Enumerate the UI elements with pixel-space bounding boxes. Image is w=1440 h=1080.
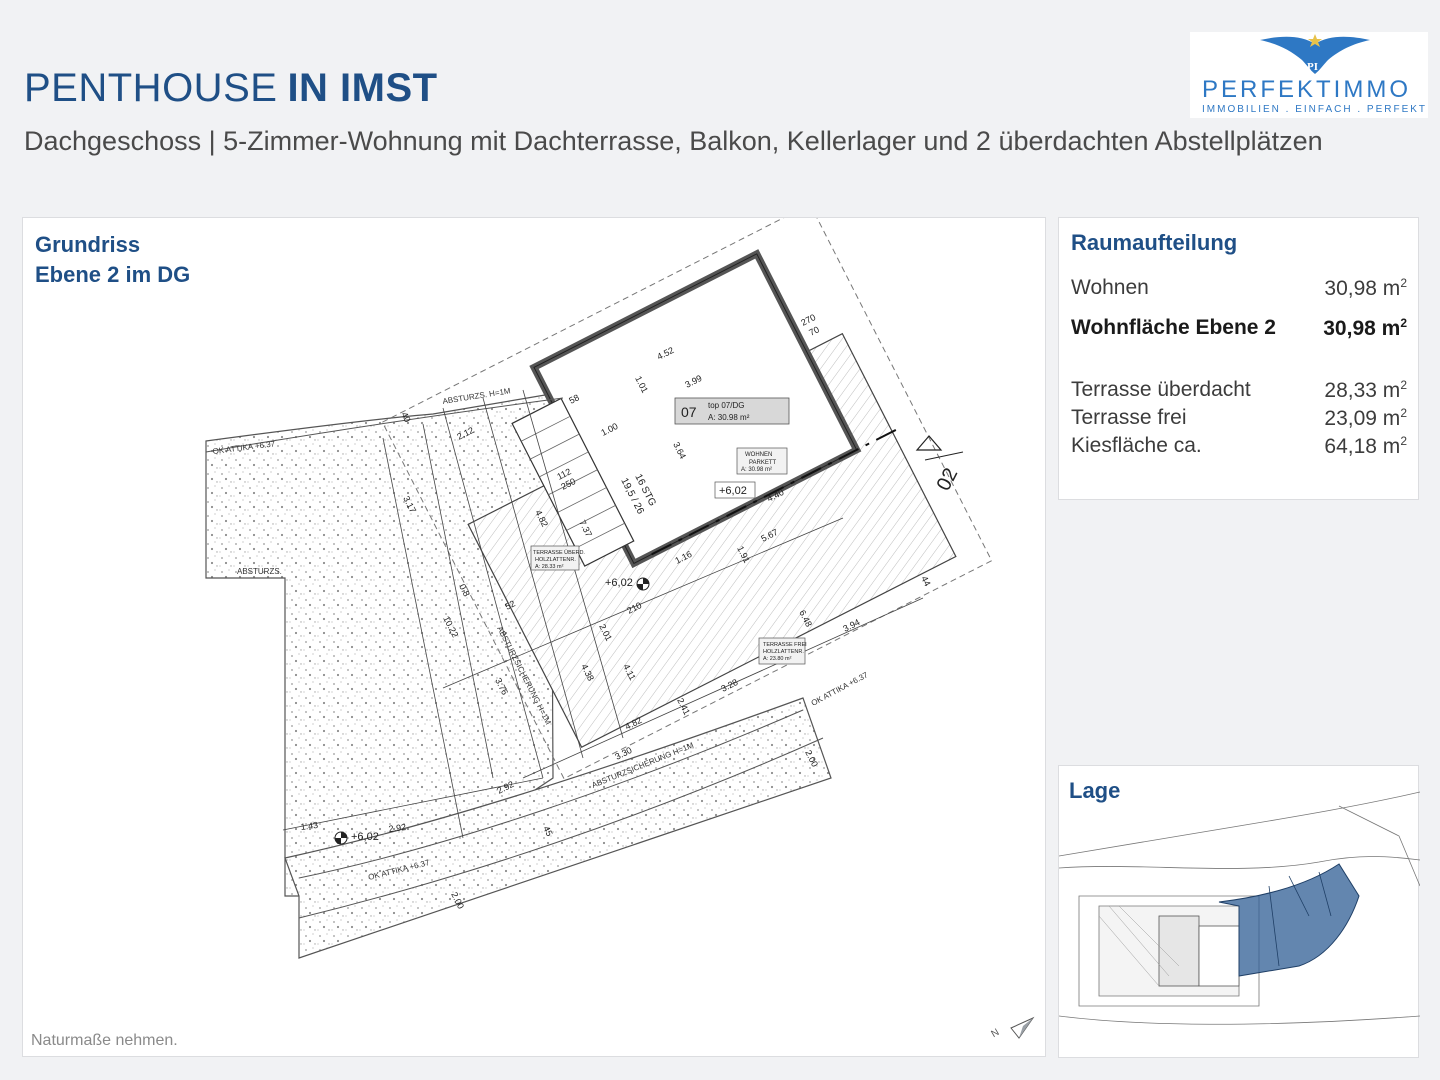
level-marker-1: +6,02	[719, 485, 747, 497]
dim-text: 3.94	[841, 617, 861, 634]
wings-icon: PI	[1260, 34, 1370, 74]
terrace-covered-label: TERRASSE ÜBERD.	[533, 549, 585, 556]
room-floor: PARKETT	[749, 460, 777, 466]
terrace-free-floor: HOLZLATTENR.	[763, 649, 804, 655]
level-marker-2: +6,02	[605, 577, 633, 589]
page-title: PENTHOUSE IN IMST	[24, 66, 438, 111]
level-marker-3: +6,02	[351, 831, 379, 843]
location-title: Lage	[1069, 778, 1121, 803]
room-name: WOHNEN	[745, 452, 772, 458]
terrace-covered-area: A: 28.33 m²	[535, 564, 564, 570]
room-label: Wohnfläche Ebene 2	[1071, 316, 1276, 339]
plan-title: Grundriss Ebene 2 im DG	[35, 230, 190, 290]
attika-label-2: OK ATTIKA +6.37	[810, 670, 870, 708]
svg-text:PI: PI	[1307, 61, 1318, 73]
room-number: 07	[681, 404, 697, 420]
room-value: 30,98 m2	[1323, 316, 1407, 340]
room-area: A: 30.98 m²	[741, 467, 772, 473]
title-bold: IN IMST	[287, 66, 438, 110]
floor-plan-panel: 02 07 top 07/DG A: 30.98 m² WOHNEN PARKE…	[22, 217, 1046, 1057]
dim-text: 44	[919, 574, 932, 587]
room-label: Kiesfläche ca.	[1071, 434, 1202, 457]
highlighted-unit	[1218, 863, 1360, 977]
dim-text: 70	[807, 324, 820, 337]
room-breakdown-panel: Raumaufteilung Wohnen 30,98 m2 Wohnfläch…	[1058, 217, 1419, 500]
svg-text:N: N	[990, 1027, 1002, 1040]
logo-tagline: IMMOBILIEN . EINFACH . PERFEKT	[1202, 104, 1428, 115]
room-value: 23,09 m2	[1324, 406, 1407, 430]
room-value: 64,18 m2	[1324, 434, 1407, 458]
terrace-free-area: A: 23.80 m²	[763, 656, 792, 662]
plan-note: Naturmaße nehmen.	[31, 1032, 178, 1049]
rooms-title: Raumaufteilung	[1071, 230, 1238, 255]
room-label: Terrasse überdacht	[1071, 378, 1251, 401]
site-plan-drawing	[1059, 791, 1420, 1025]
room-value: 30,98 m2	[1324, 276, 1407, 300]
room-label: Terrasse frei	[1071, 406, 1187, 429]
dim-text: 1.43	[300, 820, 319, 832]
dim-text: 2.92	[388, 822, 407, 834]
room-label: Wohnen	[1071, 276, 1149, 299]
page-subtitle: Dachgeschoss | 5-Zimmer-Wohnung mit Dach…	[24, 126, 1323, 156]
terrace-covered-floor: HOLZLATTENR.	[535, 557, 576, 563]
dim-text: 2.41	[675, 696, 692, 716]
title-light: PENTHOUSE	[24, 66, 278, 110]
terrace-free-label: TERRASSE FREI	[763, 642, 807, 648]
unit-label: top 07/DG	[708, 401, 744, 410]
unit-area: A: 30.98 m²	[708, 413, 750, 422]
plan-title-line2: Ebene 2 im DG	[35, 262, 191, 287]
plan-title-line1: Grundriss	[35, 232, 141, 257]
dim-text: 3.28	[719, 677, 739, 694]
location-panel: Lage	[1058, 765, 1420, 1058]
absturz-label-2: ABSTURZS.	[237, 567, 282, 576]
north-arrow-icon: N	[990, 1016, 1035, 1040]
room-value: 28,33 m2	[1324, 378, 1407, 402]
floor-plan-drawing: 02 07 top 07/DG A: 30.98 m² WOHNEN PARKE…	[205, 218, 1035, 1040]
section-mark: 02	[933, 465, 963, 495]
logo-wordmark: PERFEKTIMMO	[1202, 76, 1412, 103]
brand-logo: PI PERFEKTIMMO IMMOBILIEN . EINFACH . PE…	[1190, 32, 1428, 118]
